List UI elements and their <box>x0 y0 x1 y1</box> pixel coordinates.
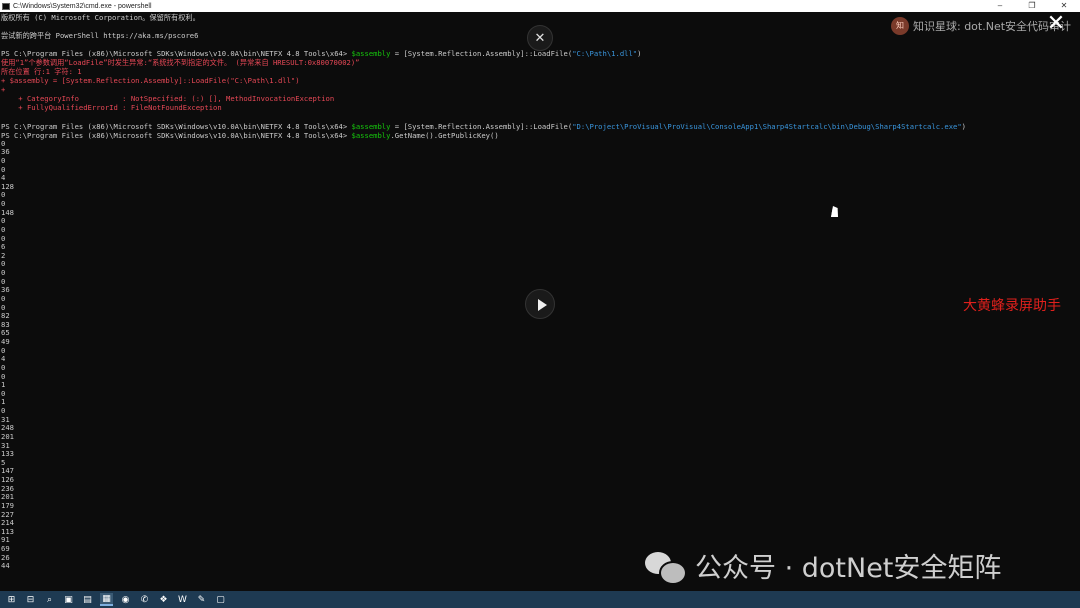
wechat-watermark: 公众号 · dotNet安全矩阵 <box>645 546 1001 585</box>
console-line: 所在位置 行:1 字符: 1 <box>1 67 82 77</box>
wechat-label: 公众号 · dotNet安全矩阵 <box>695 553 1002 584</box>
public-key-byte: 0 <box>1 276 6 286</box>
close-icon[interactable]: ✕ <box>1044 12 1068 36</box>
window-title: C:\Windows\System32\cmd.exe - powershell <box>13 2 152 10</box>
public-key-byte: 133 <box>1 449 14 459</box>
public-key-byte: 1 <box>1 380 6 390</box>
public-key-byte: 1 <box>1 397 6 407</box>
public-key-byte: 0 <box>1 216 6 226</box>
start-icon[interactable]: ⊞ <box>5 593 18 606</box>
public-key-byte: 0 <box>1 233 6 243</box>
console-line: 使用“1”个参数调用“LoadFile”时发生异常:“系统找不到指定的文件。 (… <box>1 58 360 68</box>
taskbar: ⊞ ⊟ ⌕ ▣ ▤ ▦ ◉ ✆ ❖ W ✎ ▢ <box>0 591 1080 608</box>
public-key-byte: 2 <box>1 250 6 260</box>
public-key-byte: 147 <box>1 466 14 476</box>
public-key-byte: 0 <box>1 371 6 381</box>
task-view-icon[interactable]: ⊟ <box>24 593 37 606</box>
console-line: PS C:\Program Files (x86)\Microsoft SDKs… <box>1 130 499 140</box>
public-key-byte: 0 <box>1 164 6 174</box>
public-key-byte: 0 <box>1 345 6 355</box>
public-key-byte: 91 <box>1 535 10 545</box>
public-key-byte: 214 <box>1 518 14 528</box>
public-key-byte: 31 <box>1 414 10 424</box>
public-key-byte: 0 <box>1 138 6 148</box>
public-key-byte: 65 <box>1 328 10 338</box>
explorer-icon[interactable]: ▣ <box>62 593 75 606</box>
video-close-icon[interactable]: ✕ <box>527 25 553 51</box>
public-key-byte: 0 <box>1 199 6 209</box>
public-key-byte: 148 <box>1 207 14 217</box>
restore-button[interactable]: ❐ <box>1016 0 1048 12</box>
console-line: + CategoryInfo : NotSpecified: (:) [], M… <box>1 94 335 104</box>
chrome-icon[interactable]: ◉ <box>119 593 132 606</box>
public-key-byte: 128 <box>1 181 14 191</box>
public-key-byte: 36 <box>1 147 10 157</box>
public-key-byte: 113 <box>1 526 14 536</box>
wechat-app-icon[interactable]: ✆ <box>138 593 151 606</box>
editor-icon[interactable]: ✎ <box>195 593 208 606</box>
folder-icon[interactable]: ▤ <box>81 593 94 606</box>
public-key-byte: 0 <box>1 190 6 200</box>
public-key-byte: 0 <box>1 224 6 234</box>
terminal-icon[interactable]: ▦ <box>100 593 113 606</box>
public-key-byte: 179 <box>1 500 14 510</box>
title-bar: C:\Windows\System32\cmd.exe - powershell… <box>0 0 1080 12</box>
public-key-byte: 31 <box>1 440 10 450</box>
wps-icon[interactable]: W <box>176 593 189 606</box>
public-key-byte: 0 <box>1 362 6 372</box>
console-line: PS C:\Program Files (x86)\Microsoft SDKs… <box>1 121 966 131</box>
search-icon[interactable]: ⌕ <box>43 593 56 606</box>
console-line: + $assembly = [System.Reflection.Assembl… <box>1 76 300 86</box>
public-key-byte: 4 <box>1 354 6 364</box>
window-icon[interactable]: ▢ <box>214 593 227 606</box>
minimize-button[interactable]: – <box>984 0 1016 12</box>
public-key-byte: 0 <box>1 406 6 416</box>
app-icon[interactable]: ❖ <box>157 593 170 606</box>
public-key-byte: 0 <box>1 268 6 278</box>
public-key-byte: 0 <box>1 388 6 398</box>
public-key-bytes: 0 36 0 0 4 128 0 0 148 0 0 0 6 2 0 0 0 36 0 0 82 83 65 49 0 4 0 0 1 0… <box>1 138 1079 571</box>
public-key-byte: 126 <box>1 475 14 485</box>
public-key-byte: 5 <box>1 457 6 467</box>
public-key-byte: 201 <box>1 492 14 502</box>
public-key-byte: 83 <box>1 319 10 329</box>
console-app-icon <box>2 2 10 10</box>
public-key-byte: 6 <box>1 242 6 252</box>
wechat-icon <box>645 550 687 585</box>
public-key-byte: 49 <box>1 337 10 347</box>
recorder-watermark: 大黄蜂录屏助手 <box>963 298 1061 314</box>
console-line: + <box>1 85 10 95</box>
play-icon[interactable] <box>525 289 555 319</box>
public-key-byte: 227 <box>1 509 14 519</box>
console-line: + FullyQualifiedErrorId : FileNotFoundEx… <box>1 103 222 113</box>
public-key-byte: 4 <box>1 173 6 183</box>
public-key-byte: 236 <box>1 483 14 493</box>
public-key-byte: 0 <box>1 155 6 165</box>
public-key-byte: 248 <box>1 423 14 433</box>
public-key-byte: 0 <box>1 259 6 269</box>
public-key-byte: 201 <box>1 431 14 441</box>
watermark-badge-icon: 知 <box>891 17 909 35</box>
